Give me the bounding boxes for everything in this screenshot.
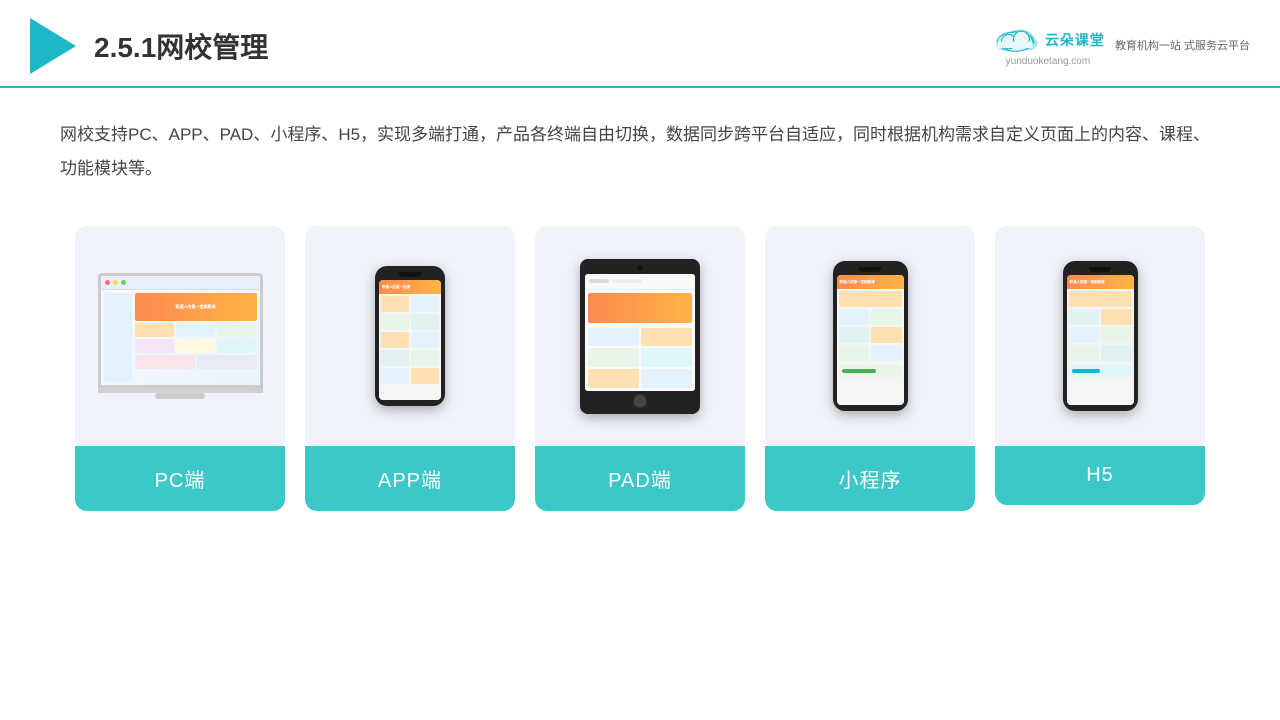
phone-notch (399, 272, 421, 277)
card-h5: 职通人的第一堂刷题课 (995, 226, 1205, 505)
card-pc-label: PC端 (75, 446, 285, 511)
card-app-image: 职通人的第一堂课 (305, 226, 515, 446)
phone-screen: 职通人的第一堂课 (379, 280, 441, 400)
card-miniapp-label: 小程序 (765, 446, 975, 511)
card-miniapp: 职通人的第一堂刷题课 (765, 226, 975, 511)
card-app: 职通人的第一堂课 (305, 226, 515, 511)
tablet-screen (585, 274, 695, 391)
header-right: 云朵课堂 yunduoketang.com 教育机构一站 式服务云平台 (991, 25, 1250, 67)
tablet-camera (637, 265, 643, 271)
tablet-home-btn (633, 394, 647, 408)
app-phone-mockup: 职通人的第一堂课 (375, 266, 445, 406)
header-left: 2.5.1网校管理 (30, 18, 268, 74)
card-h5-image: 职通人的第一堂刷题课 (995, 226, 1205, 446)
card-pc-image: 职通人的第一堂刷题课 (75, 226, 285, 446)
header: 2.5.1网校管理 云朵课堂 yunduoketang.com (0, 0, 1280, 88)
phone-notch-3 (1089, 267, 1111, 272)
h5-phone-mockup: 职通人的第一堂刷题课 (1063, 261, 1138, 411)
page-title: 2.5.1网校管理 (94, 26, 268, 66)
card-app-label: APP端 (305, 446, 515, 511)
brand-logo: 云朵课堂 yunduoketang.com (991, 25, 1105, 67)
card-pc: 职通人的第一堂刷题课 (75, 226, 285, 511)
brand-icon-area: 云朵课堂 (991, 25, 1105, 55)
card-pad-label: PAD端 (535, 446, 745, 511)
cards-container: 职通人的第一堂刷题课 (0, 196, 1280, 541)
card-pad-image (535, 226, 745, 446)
pad-tablet-mockup (580, 259, 700, 414)
phone-screen-3: 职通人的第一堂刷题课 (1067, 275, 1134, 405)
card-pad: PAD端 (535, 226, 745, 511)
description-text: 网校支持PC、APP、PAD、小程序、H5，实现多端打通，产品各终端自由切换，数… (0, 88, 1280, 196)
pc-monitor-mockup: 职通人的第一堂刷题课 (93, 273, 268, 399)
brand-name: 云朵课堂 (1045, 30, 1105, 50)
card-miniapp-image: 职通人的第一堂刷题课 (765, 226, 975, 446)
card-h5-label: H5 (995, 446, 1205, 505)
phone-screen-2: 职通人的第一堂刷题课 (837, 275, 904, 405)
brand-tagline: 教育机构一站 式服务云平台 (1115, 38, 1250, 55)
cloud-icon (991, 25, 1039, 55)
logo-icon (30, 18, 76, 74)
miniapp-phone-mockup: 职通人的第一堂刷题课 (833, 261, 908, 411)
phone-notch-2 (859, 267, 881, 272)
brand-url: yunduoketang.com (1006, 56, 1091, 67)
